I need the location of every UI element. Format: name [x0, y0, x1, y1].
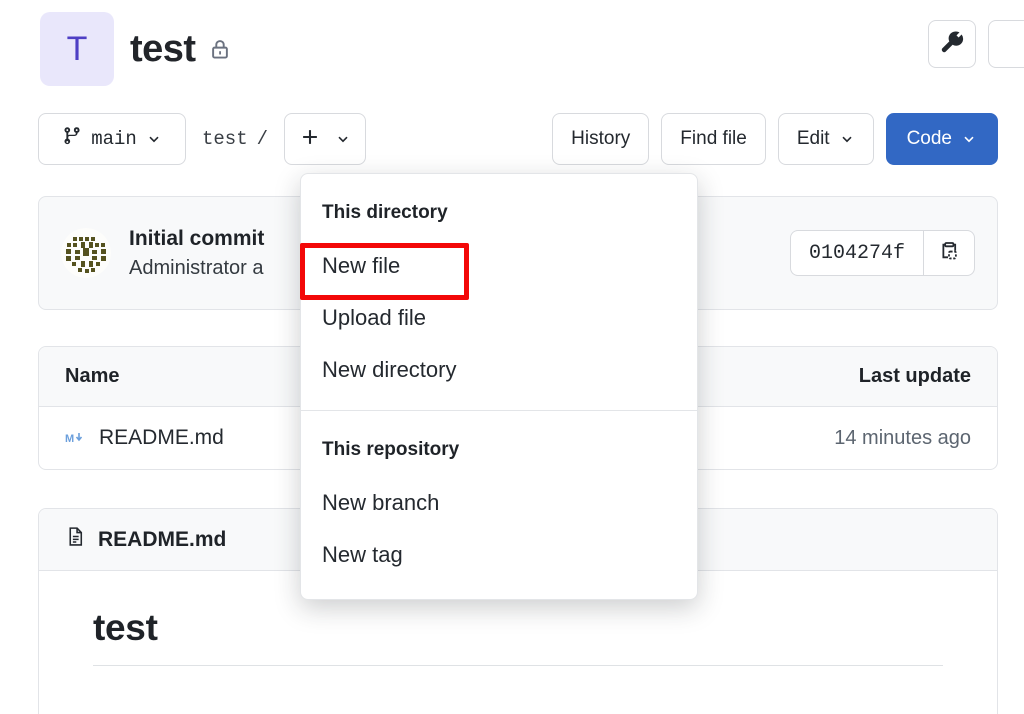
breadcrumb: test /	[186, 128, 284, 150]
commit-right: 0104274f	[789, 230, 975, 276]
repository-page: T test main test / History Find file Edi…	[0, 0, 1024, 714]
edit-label: Edit	[796, 128, 830, 149]
avatar	[61, 228, 111, 278]
file-name[interactable]: README.md	[99, 426, 224, 450]
history-button[interactable]: History	[552, 113, 650, 165]
chevron-down-icon	[146, 131, 162, 147]
commit-text: Initial commit Administrator a	[129, 227, 264, 280]
commit-sha-group: 0104274f	[789, 230, 975, 276]
breadcrumb-separator: /	[256, 128, 269, 150]
markdown-icon: M	[65, 431, 87, 445]
readme-filename: README.md	[98, 527, 227, 551]
secondary-button[interactable]	[988, 20, 1024, 68]
plus-icon	[299, 124, 321, 155]
add-menu-button[interactable]	[284, 113, 367, 165]
commit-author: Administrator a	[129, 256, 264, 279]
column-header-last-update: Last update	[858, 365, 971, 387]
page-title[interactable]: test	[130, 28, 196, 71]
code-button[interactable]: Code	[885, 113, 998, 165]
header-actions	[928, 20, 1024, 68]
repo-header: T test	[40, 12, 231, 86]
menu-section-this-directory-label: This directory	[322, 202, 448, 223]
chevron-down-icon	[839, 131, 855, 147]
branch-name-label: main	[91, 128, 137, 150]
history-label: History	[571, 128, 631, 149]
readme-divider	[93, 665, 943, 666]
readme-heading: test	[93, 607, 158, 648]
column-header-name: Name	[65, 365, 120, 387]
repo-toolbar: main test / History Find file Edit Code	[38, 113, 998, 165]
wrench-icon	[940, 30, 964, 59]
menu-section-this-repository-label: This repository	[322, 439, 460, 460]
svg-text:M: M	[65, 433, 74, 445]
find-file-label: Find file	[680, 128, 747, 149]
menu-item-new-directory[interactable]: New directory	[301, 344, 697, 396]
toolbar-right-actions: History Find file Edit Code	[552, 113, 998, 165]
menu-item-new-branch[interactable]: New branch	[301, 477, 697, 529]
commit-sha[interactable]: 0104274f	[789, 230, 923, 276]
highlight-box	[300, 243, 469, 300]
breadcrumb-root[interactable]: test	[202, 128, 248, 150]
add-dropdown-menu: This directory New file Upload file New …	[300, 173, 698, 600]
edit-button[interactable]: Edit	[777, 113, 874, 165]
repo-tools-button[interactable]	[928, 20, 976, 68]
clipboard-icon	[938, 240, 960, 267]
repo-title-row: test	[130, 28, 231, 71]
menu-item-new-tag[interactable]: New tag	[301, 529, 697, 581]
find-file-button[interactable]: Find file	[661, 113, 766, 165]
file-last-update: 14 minutes ago	[834, 426, 971, 449]
chevron-down-icon	[335, 131, 351, 147]
lock-icon	[209, 38, 231, 60]
repo-avatar-initial: T	[66, 30, 88, 68]
copy-sha-button[interactable]	[923, 230, 975, 276]
chevron-down-icon	[961, 131, 977, 147]
file-icon	[65, 526, 86, 553]
branch-selector[interactable]: main	[38, 113, 186, 165]
repo-avatar: T	[40, 12, 114, 86]
code-label: Code	[906, 128, 952, 149]
branch-icon	[62, 126, 82, 152]
commit-message[interactable]: Initial commit	[129, 227, 264, 251]
